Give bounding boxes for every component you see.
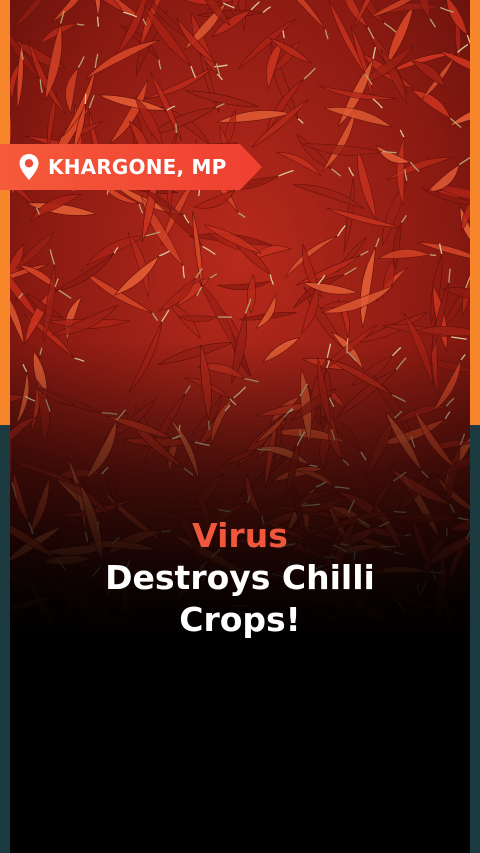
headline-accent-word: Virus xyxy=(192,516,288,555)
map-pin-icon xyxy=(19,154,39,180)
headline: Virus Destroys Chilli Crops! xyxy=(10,515,470,641)
headline-line-2: Crops! xyxy=(179,600,301,639)
story-card: KHARGONE, MP Virus Destroys Chilli Crops… xyxy=(0,0,480,853)
location-tag: KHARGONE, MP xyxy=(0,144,262,190)
location-label: KHARGONE, MP xyxy=(48,155,227,179)
headline-line-1: Destroys Chilli xyxy=(105,558,375,597)
right-frame-strip xyxy=(470,0,480,853)
left-frame-strip xyxy=(0,0,10,853)
